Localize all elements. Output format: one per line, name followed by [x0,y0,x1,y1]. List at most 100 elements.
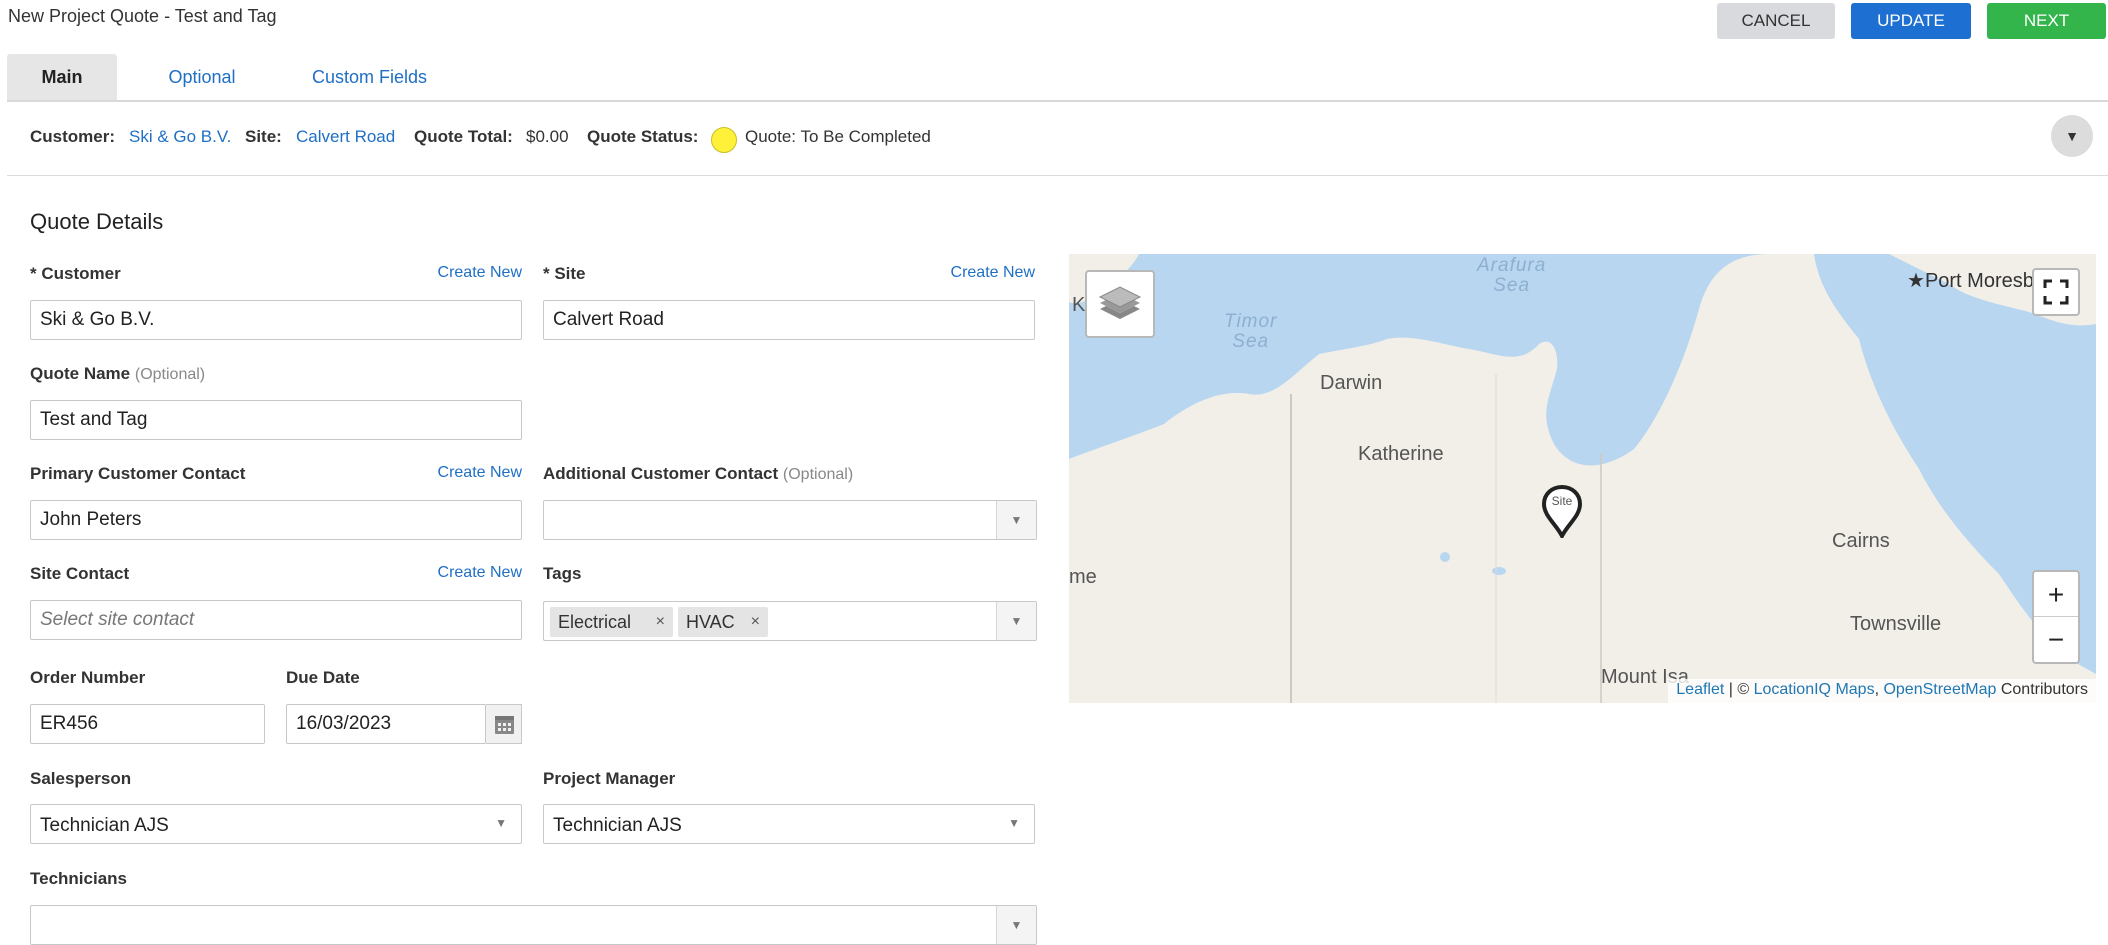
update-button[interactable]: UPDATE [1851,3,1971,39]
chevron-down-icon: ▼ [495,816,507,830]
map-sea-label-line: Timor [1224,311,1278,332]
date-picker-button[interactable] [486,704,522,744]
locationiq-link[interactable]: LocationIQ Maps [1754,681,1875,698]
remove-tag-icon[interactable]: × [656,607,665,637]
customer-input[interactable] [30,300,522,340]
salesperson-label: Salesperson [30,769,132,788]
tab-custom-fields[interactable]: Custom Fields [297,54,442,100]
tags-label: Tags [543,564,582,583]
map-pin-icon [1541,484,1583,538]
map-attribution: Leaflet | © LocationIQ Maps, OpenStreetM… [1668,679,2096,703]
primary-contact-input[interactable] [30,500,522,540]
tag-chip-electrical: Electrical × [550,607,673,637]
star-icon: ★ [1907,270,1925,292]
map-sea-label-line: Arafura [1477,255,1547,276]
section-title-quote-details: Quote Details [30,209,164,234]
due-date-input[interactable] [286,704,486,744]
attribution-contributors: Contributors [1996,681,2088,698]
quote-name-label-text: Quote Name [30,364,131,383]
summary-divider [7,175,2108,176]
project-manager-value: Technician AJS [553,815,682,836]
quote-name-label: Quote Name (Optional) [30,364,205,384]
summary-total-value: $0.00 [526,127,569,146]
salesperson-value: Technician AJS [40,815,169,836]
page-title: New Project Quote - Test and Tag [8,6,277,26]
cancel-button[interactable]: CANCEL [1717,3,1835,39]
zoom-out-button[interactable]: − [2034,617,2078,662]
tag-chip-hvac: HVAC × [678,607,768,637]
map-sea-label: Timor Sea [1224,312,1277,352]
summary-status-label: Quote Status: [587,127,699,146]
openstreetmap-link[interactable]: OpenStreetMap [1883,681,1996,698]
tag-chip-label: Electrical [558,612,632,632]
map-sea-label-line: Sea [1493,275,1531,296]
tags-multiselect[interactable]: Electrical × HVAC × ▼ [543,601,1037,641]
chevron-down-icon: ▼ [2065,128,2079,144]
map-place-townsville: Townsville [1850,613,1942,635]
project-manager-label: Project Manager [543,769,676,788]
additional-contact-label-text: Additional Customer Contact [543,464,779,483]
site-location-map[interactable]: Arafura Sea Timor Sea Darwin Katherine C… [1069,254,2096,703]
marker-label: Site [1551,494,1573,508]
status-indicator-dot [711,127,737,153]
leaflet-link[interactable]: Leaflet [1676,681,1724,698]
site-map-marker[interactable]: Site [1541,484,1583,538]
tab-main[interactable]: Main [7,54,117,100]
due-date-label: Due Date [286,668,360,687]
map-place-cairns: Cairns [1832,530,1890,552]
site-create-new-link[interactable]: Create New [933,264,1035,282]
chevron-down-icon[interactable]: ▼ [996,906,1036,944]
site-contact-create-new-link[interactable]: Create New [420,564,522,582]
project-manager-select[interactable]: Technician AJS ▼ [543,804,1035,844]
additional-contact-select[interactable]: ▼ [543,500,1037,540]
map-place-darwin: Darwin [1320,372,1383,394]
additional-contact-label: Additional Customer Contact (Optional) [543,464,853,484]
summary-site-label: Site: [245,127,282,146]
map-place-edge-me: me [1069,566,1097,588]
site-contact-label: Site Contact [30,564,130,583]
zoom-in-button[interactable]: + [2034,572,2078,617]
summary-site-link[interactable]: Calvert Road [296,127,395,147]
map-place-edge-k: K [1072,294,1086,316]
customer-label: * Customer [30,264,121,283]
additional-contact-optional-hint: (Optional) [782,466,854,483]
summary-customer-link[interactable]: Ski & Go B.V. [129,127,231,147]
map-place-label-text: Port Moresb [1924,270,2034,292]
site-contact-input[interactable] [30,600,522,640]
chevron-down-icon[interactable]: ▼ [996,602,1036,640]
order-number-label: Order Number [30,668,146,687]
map-sea-label: Arafura Sea [1477,256,1546,296]
tabs-divider [7,100,2108,102]
map-layers-button[interactable] [1085,270,1155,338]
chevron-down-icon[interactable]: ▼ [996,501,1036,539]
calendar-icon [495,716,514,734]
collapse-summary-button[interactable]: ▼ [2051,115,2093,157]
order-number-input[interactable] [30,704,265,744]
fullscreen-icon [2043,279,2069,305]
map-place-katherine: Katherine [1358,443,1444,465]
next-button[interactable]: NEXT [1987,3,2106,39]
site-input[interactable] [543,300,1035,340]
summary-total-label: Quote Total: [414,127,513,146]
technicians-multiselect[interactable]: ▼ [30,905,1037,945]
site-label: * Site [543,264,586,283]
quote-name-optional-hint: (Optional) [134,366,206,383]
layers-icon [1098,286,1142,319]
quote-name-input[interactable] [30,400,522,440]
attribution-separator: | © [1724,681,1754,698]
primary-contact-label: Primary Customer Contact [30,464,246,483]
primary-contact-create-new-link[interactable]: Create New [420,464,522,482]
summary-status-value: Quote: To Be Completed [745,127,931,146]
tag-chip-label: HVAC [686,612,735,632]
salesperson-select[interactable]: Technician AJS ▼ [30,804,522,844]
technicians-label: Technicians [30,869,127,888]
tab-optional[interactable]: Optional [147,54,257,100]
summary-customer-label: Customer: [30,127,116,146]
map-sea-label-line: Sea [1232,331,1270,352]
customer-create-new-link[interactable]: Create New [420,264,522,282]
map-zoom-control: + − [2032,570,2080,664]
map-place-port-moresby: ★Port Moresb [1907,268,2034,293]
map-fullscreen-button[interactable] [2032,268,2080,316]
remove-tag-icon[interactable]: × [751,607,760,637]
chevron-down-icon: ▼ [1008,816,1020,830]
